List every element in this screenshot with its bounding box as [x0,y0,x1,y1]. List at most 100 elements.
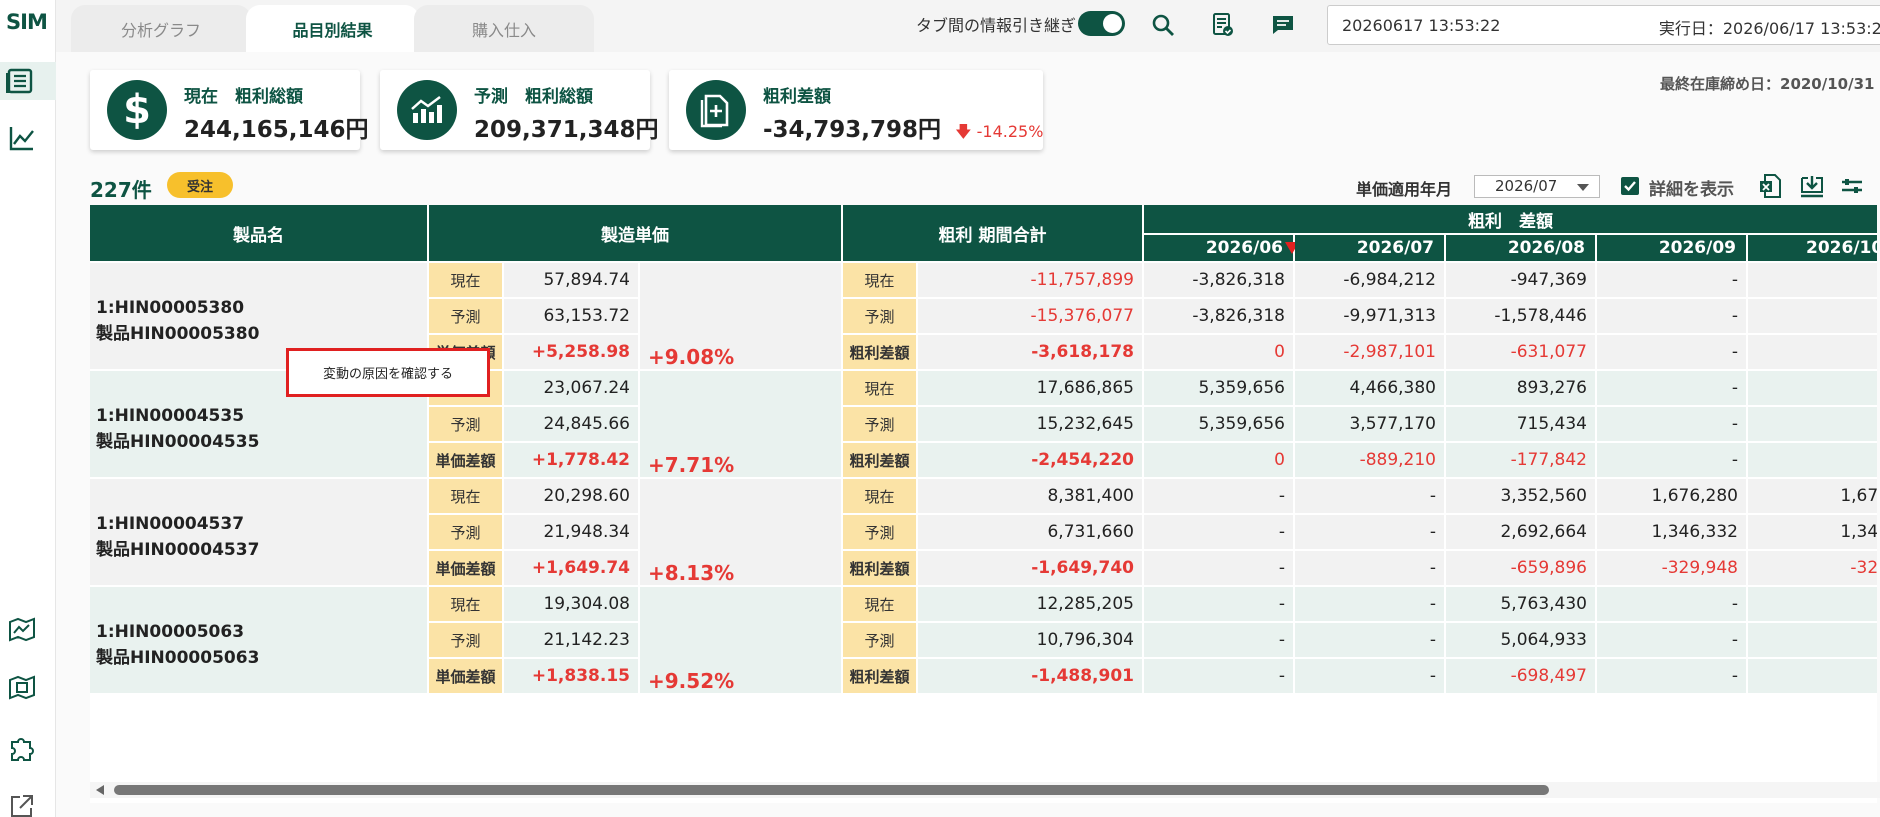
nav-box[interactable] [6,672,38,704]
trend-chart-icon [397,80,457,140]
nav-map-chart[interactable] [6,614,38,646]
ym-select[interactable]: 2026/07 [1474,175,1600,198]
tag-forecast: 予測 [429,515,502,549]
left-sidebar: SIM [0,0,56,817]
check-cause-popup[interactable]: 変動の原因を確認する [286,348,490,397]
tag-forecast: 予測 [843,515,916,549]
month-2-forecast: - [1295,623,1444,657]
unit-price-current: 23,067.24 [504,371,638,405]
ym-value: 2026/07 [1495,177,1558,195]
month-5-current [1748,587,1877,621]
tag-current: 現在 [843,587,916,621]
horizontal-scroll-thumb[interactable] [114,785,1549,795]
detail-label: 詳細を表示 [1649,180,1734,200]
nav-graph[interactable] [6,122,38,154]
tag-forecast: 予測 [843,407,916,441]
month-5-forecast [1748,407,1877,441]
header-month-4[interactable]: 2026/09 [1597,235,1746,261]
forecast-profit-card: 予測 粗利総額 209,371,348円 [380,70,659,150]
tab-purchase[interactable]: 購入仕入 [414,5,594,52]
tag-unit-diff: 単価差額 [429,443,502,477]
month-3-forecast: 715,434 [1446,407,1595,441]
unit-price-pct: +8.13% [648,561,735,585]
month-3-current: -947,369 [1446,263,1595,297]
dollar-icon: $ [107,80,167,140]
message-button[interactable] [1268,10,1298,40]
month-5-diff [1748,335,1877,369]
header-month-1[interactable]: 2026/06 [1144,235,1293,261]
profit-total-current: -11,757,899 [918,263,1142,297]
month-1-forecast: 5,359,656 [1144,407,1293,441]
info-carryover-toggle[interactable] [1078,11,1125,36]
excel-export-button[interactable] [1756,172,1784,200]
tag-unit-diff: 単価差額 [429,659,502,693]
month-5-diff [1748,443,1877,477]
nav-external[interactable] [6,790,38,817]
detail-checkbox[interactable] [1621,177,1639,195]
horizontal-scrollbar[interactable] [90,782,1880,798]
tag-forecast: 予測 [429,623,502,657]
product-name-block: 1:HIN00004537 製品HIN00004537 [96,511,259,563]
month-3-forecast: 2,692,664 [1446,515,1595,549]
month-5-label: 2026/10 [1806,238,1877,258]
month-4-forecast: - [1597,299,1746,333]
current-profit-label: 現在 粗利総額 [184,87,303,107]
external-link-icon [11,795,33,817]
line-chart-icon [9,127,34,151]
unit-price-forecast: 21,142.23 [504,623,638,657]
profit-diff-card: 粗利差額 -34,793,798円 🡇 -14.25% [669,70,1043,150]
ym-label: 単価適用年月 [1356,180,1453,199]
month-5-current: 1,676 [1748,479,1877,513]
tag-forecast: 予測 [429,407,502,441]
unit-price-forecast: 21,948.34 [504,515,638,549]
tag-current: 現在 [429,263,502,297]
report-button[interactable] [1208,10,1238,40]
tab-analysis-graph[interactable]: 分析グラフ [71,5,251,52]
product-name: 製品HIN00005063 [96,648,260,668]
month-4-forecast: - [1597,407,1746,441]
header-profit-total[interactable]: 粗利 期間合計 [843,205,1142,261]
download-icon [1801,176,1823,198]
month-4-label: 2026/09 [1658,238,1736,258]
header-month-5[interactable]: 2026/10 [1748,235,1877,261]
tab-item-results[interactable]: 品目別結果 [246,5,419,52]
month-3-current: 893,276 [1446,371,1595,405]
box-icon [9,675,35,700]
tag-unit-diff: 単価差額 [429,551,502,585]
scroll-left-icon[interactable] [96,785,104,795]
profit-total-current: 8,381,400 [918,479,1142,513]
tag-profit-diff: 粗利差額 [843,551,916,585]
month-2-diff: - [1295,551,1444,585]
column-settings-button[interactable] [1838,172,1866,200]
header-product[interactable]: 製品名 [90,205,427,261]
profit-diff-pct: 🡇 -14.25% [955,122,1043,141]
product-name-block: 1:HIN00004535 製品HIN00004535 [96,403,259,455]
header-month-2[interactable]: 2026/07 [1295,235,1444,261]
month-4-current: - [1597,371,1746,405]
order-badge[interactable]: 受注 [167,172,233,198]
svg-text:$: $ [123,90,151,130]
product-code: 1:HIN00004535 [96,406,245,426]
month-3-current: 5,763,430 [1446,587,1595,621]
month-3-diff: -698,497 [1446,659,1595,693]
product-name-block: 1:HIN00005063 製品HIN00005063 [96,619,259,671]
month-5-forecast [1748,299,1877,333]
unit-price-diff: +1,649.74 [504,551,638,585]
month-3-forecast: -1,578,446 [1446,299,1595,333]
header-unit-price[interactable]: 製造単価 [429,205,841,261]
tag-profit-diff: 粗利差額 [843,335,916,369]
profit-diff-label: 粗利差額 [763,87,831,107]
results-table: 製品名 製造単価 粗利 期間合計 粗利 差額 2026/06 2026/07 2… [90,205,1877,803]
top-bar: 分析グラフ 品目別結果 購入仕入 タブ間の情報引き継ぎ 20260617 13:… [56,0,1880,52]
tag-current: 現在 [843,263,916,297]
execution-date-select[interactable]: 20260617 13:53:22 実行日：2026/06/17 13:53:2… [1327,5,1880,45]
profit-total-diff: -1,649,740 [918,551,1142,585]
profit-total-diff: -3,618,178 [918,335,1142,369]
excel-icon [1760,174,1781,198]
download-button[interactable] [1798,172,1826,200]
search-button[interactable] [1148,10,1178,40]
nav-list-results[interactable] [0,62,56,100]
nav-puzzle[interactable] [6,732,38,764]
product-code: 1:HIN00005063 [96,622,245,642]
header-month-3[interactable]: 2026/08 [1446,235,1595,261]
